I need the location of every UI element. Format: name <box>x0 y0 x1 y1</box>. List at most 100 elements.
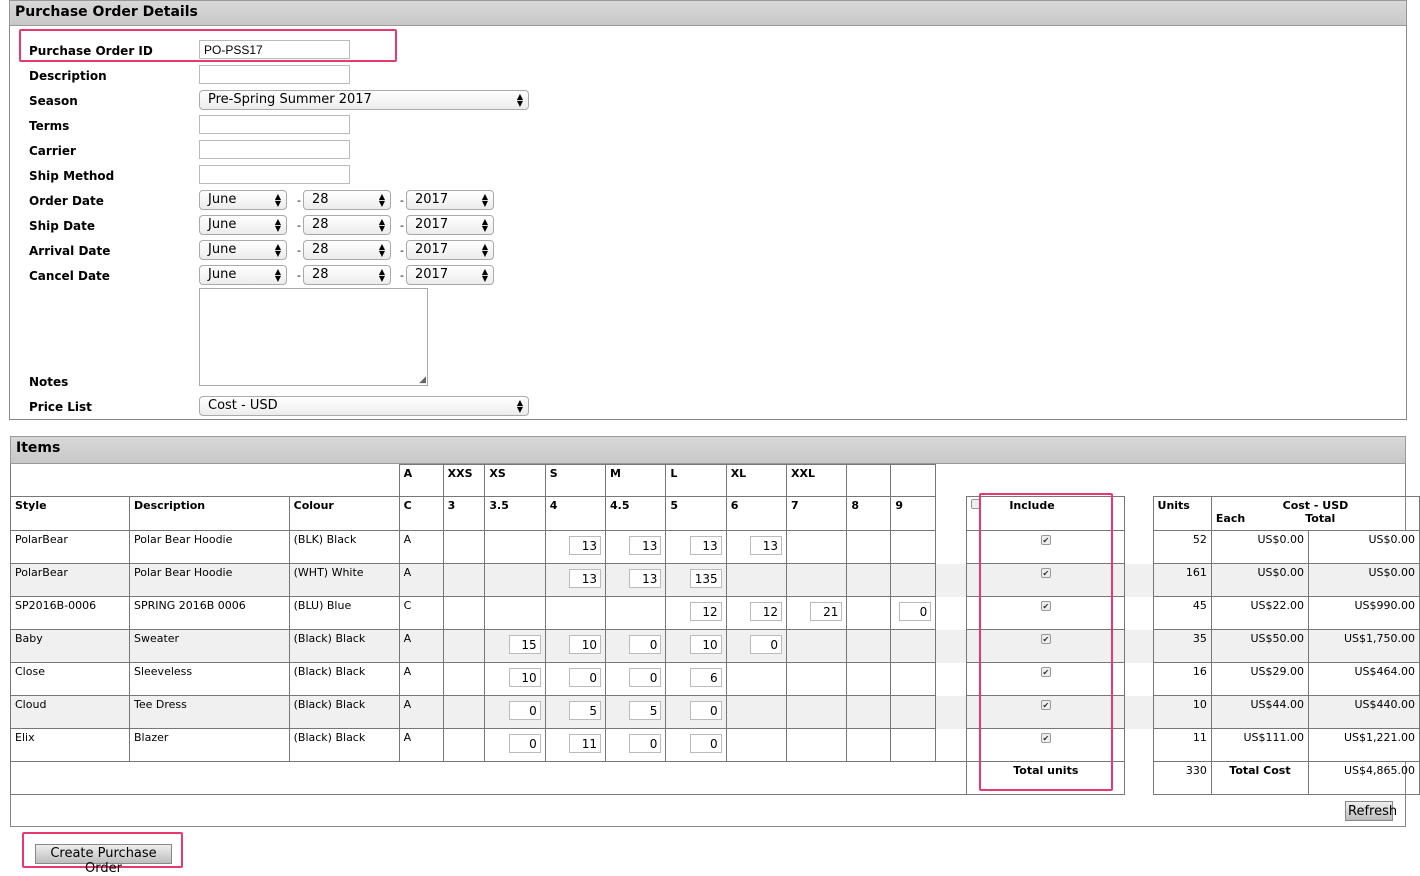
quantity-input[interactable]: 0 <box>689 701 722 720</box>
quantity-input[interactable]: 0 <box>629 668 662 687</box>
quantity-input[interactable]: 13 <box>629 569 662 588</box>
table-row: SP2016B-0006 SPRING 2016B 0006 (BLU) Blue C… <box>10 596 1420 630</box>
cost-total-cell: US$0.00 <box>1307 530 1420 564</box>
size-qty-cell: 0 <box>605 662 667 696</box>
terms-input[interactable] <box>199 115 350 134</box>
select-arrows-icon: ▲ ▼ <box>378 192 385 208</box>
quantity-input[interactable]: 13 <box>569 536 602 555</box>
quantity-input[interactable]: 0 <box>689 734 722 753</box>
total-units-value: 330 <box>1152 761 1212 795</box>
quantity-input[interactable]: 0 <box>569 668 602 687</box>
cost-header-label: Cost - USD <box>1282 499 1349 512</box>
ship-method-input[interactable] <box>199 165 350 184</box>
size-qty-cell: 0 <box>725 629 788 663</box>
description-input[interactable] <box>199 65 350 84</box>
cost-each-cell: US$0.00 <box>1210 563 1309 597</box>
ship-date-month-select[interactable]: June ▲ ▼ <box>199 215 287 235</box>
size-qty-cell: 13 <box>605 563 667 597</box>
size-qty-cell <box>786 563 848 597</box>
col-spacer <box>1124 530 1154 564</box>
quantity-input[interactable]: 5 <box>569 701 602 720</box>
size-label-top: XXL <box>786 464 848 497</box>
ship-date-year-select[interactable]: 2017 ▲ ▼ <box>406 215 494 235</box>
col-spacer <box>1124 496 1154 531</box>
quantity-input[interactable]: 12 <box>750 602 783 621</box>
col-spacer <box>1124 662 1154 696</box>
quantity-input[interactable]: 15 <box>508 635 541 654</box>
items-header: Items <box>10 436 1406 464</box>
units-cell: 10 <box>1152 695 1212 729</box>
size-qty-cell: 0 <box>665 728 727 762</box>
size-qty-cell <box>890 629 937 663</box>
quantity-input[interactable]: 13 <box>569 569 602 588</box>
cancel-date-year-select[interactable]: 2017 ▲ ▼ <box>406 265 494 285</box>
quantity-input[interactable]: 135 <box>689 569 722 588</box>
quantity-input[interactable]: 21 <box>810 602 843 621</box>
ac-cell: A <box>398 629 444 663</box>
quantity-input[interactable]: 0 <box>899 602 932 621</box>
cost-each-cell: US$0.00 <box>1210 530 1309 564</box>
ac-cell: A <box>398 695 444 729</box>
cost-total-cell: US$0.00 <box>1307 563 1420 597</box>
quantity-input[interactable]: 6 <box>689 668 722 687</box>
size-qty-cell <box>846 530 892 564</box>
quantity-input[interactable]: 0 <box>750 635 783 654</box>
size-label-bottom: 3.5 <box>484 496 546 531</box>
footer-spacer <box>9 761 968 795</box>
ship-date-year-value: 2017 <box>415 217 449 232</box>
each-header-label: Each <box>1215 512 1246 525</box>
date-separator: - <box>297 194 301 207</box>
order-date-month-select[interactable]: June ▲ ▼ <box>199 190 287 210</box>
refresh-button[interactable]: Refresh <box>1345 801 1397 821</box>
create-purchase-order-button[interactable]: Create Purchase Order <box>35 844 172 876</box>
cost-each-cell: US$22.00 <box>1210 596 1309 630</box>
cost-total-cell: US$440.00 <box>1307 695 1420 729</box>
order-date-day-select[interactable]: 28 ▲ ▼ <box>303 190 391 210</box>
price-list-select[interactable]: Cost - USD ▲ ▼ <box>199 396 529 416</box>
units-cell: 16 <box>1152 662 1212 696</box>
po-details-title: Purchase Order Details <box>15 4 198 20</box>
quantity-input[interactable]: 0 <box>629 734 662 753</box>
size-label-top <box>890 464 937 497</box>
cancel-date-day-select[interactable]: 28 ▲ ▼ <box>303 265 391 285</box>
items-table: A XXS XS S M L XL XXL Style Description Colour C 3 3.… <box>9 464 1420 795</box>
quantity-input[interactable]: 0 <box>508 734 541 753</box>
po-details-header: Purchase Order Details <box>9 0 1407 26</box>
select-arrows-icon: ▲ ▼ <box>481 192 488 208</box>
size-qty-cell: 10 <box>484 662 546 696</box>
quantity-input[interactable]: 13 <box>689 536 722 555</box>
quantity-input[interactable]: 11 <box>569 734 602 753</box>
quantity-input[interactable]: 0 <box>629 635 662 654</box>
size-qty-cell <box>846 728 892 762</box>
quantity-input[interactable]: 12 <box>689 602 722 621</box>
cancel-date-month-select[interactable]: June ▲ ▼ <box>199 265 287 285</box>
colour-cell: (BLU) Blue <box>288 596 400 630</box>
arrival-date-year-select[interactable]: 2017 ▲ ▼ <box>406 240 494 260</box>
arrival-date-month-select[interactable]: June ▲ ▼ <box>199 240 287 260</box>
size-qty-cell <box>890 728 937 762</box>
quantity-input[interactable]: 5 <box>629 701 662 720</box>
carrier-input[interactable] <box>199 140 350 159</box>
size-qty-cell: 12 <box>725 596 788 630</box>
order-date-year-select[interactable]: 2017 ▲ ▼ <box>406 190 494 210</box>
date-separator: - <box>297 244 301 257</box>
table-row: Close Sleeveless (Black) Black A 10 0 0 6 ✔ 16 US$… <box>10 662 1420 696</box>
size-qty-cell: 5 <box>544 695 607 729</box>
resize-grip-icon[interactable]: ◢ <box>419 375 426 385</box>
notes-textarea[interactable]: ◢ <box>199 288 428 386</box>
quantity-input[interactable]: 10 <box>569 635 602 654</box>
quantity-input[interactable]: 13 <box>629 536 662 555</box>
quantity-input[interactable]: 13 <box>750 536 783 555</box>
season-select[interactable]: Pre-Spring Summer 2017 ▲ ▼ <box>199 90 529 110</box>
quantity-input[interactable]: 10 <box>508 668 541 687</box>
size-label-top: A <box>398 464 444 497</box>
colour-cell: (Black) Black <box>288 695 400 729</box>
size-label-top: XS <box>484 464 546 497</box>
header-spacer <box>936 465 1420 497</box>
quantity-input[interactable]: 0 <box>508 701 541 720</box>
ship-date-day-select[interactable]: 28 ▲ ▼ <box>303 215 391 235</box>
size-label-top: XXS <box>442 464 486 497</box>
col-spacer <box>1124 563 1154 597</box>
quantity-input[interactable]: 10 <box>689 635 722 654</box>
arrival-date-day-select[interactable]: 28 ▲ ▼ <box>303 240 391 260</box>
